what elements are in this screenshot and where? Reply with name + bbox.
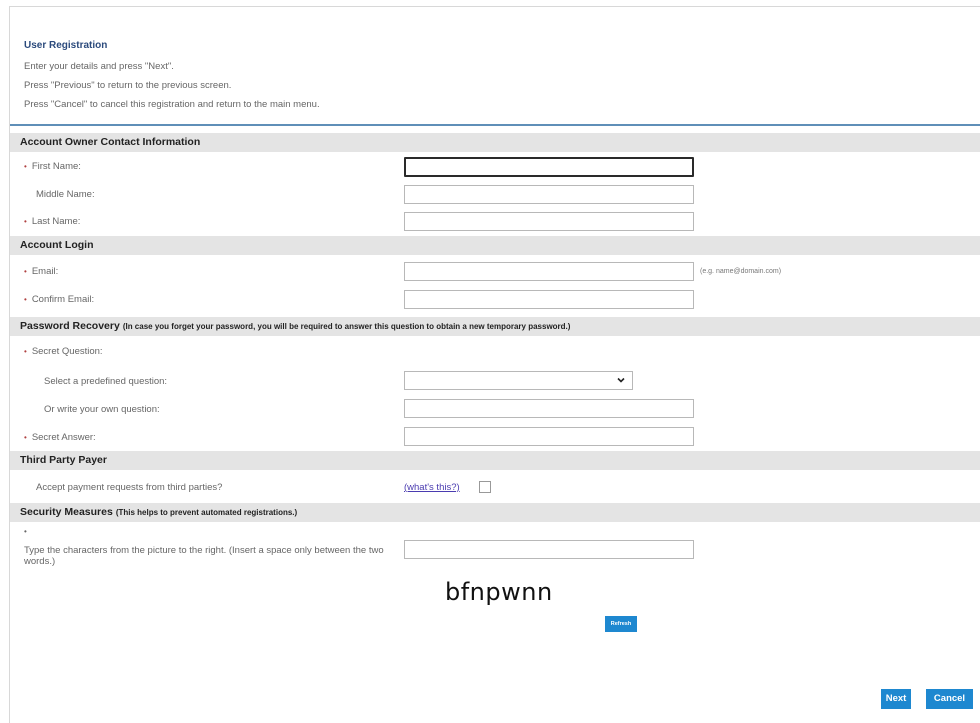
required-marker: • [24, 267, 27, 276]
own-question-label: Or write your own question: [44, 404, 160, 415]
captcha-instruction-label: Type the characters from the picture to … [24, 545, 384, 567]
secret-answer-input[interactable] [404, 427, 694, 446]
next-button[interactable]: Next [881, 689, 911, 709]
confirm-email-input[interactable] [404, 290, 694, 309]
captcha-image: bfnpwnn [445, 578, 553, 606]
required-marker: • [24, 433, 27, 442]
section-security-title: Security Measures [20, 506, 113, 518]
third-party-checkbox[interactable] [479, 481, 491, 493]
section-recovery-header: Password Recovery (In case you forget you… [10, 317, 980, 336]
whats-this-link[interactable]: (what's this?) [404, 482, 460, 493]
section-security-header: Security Measures (This helps to prevent … [10, 503, 980, 522]
third-party-label: Accept payment requests from third parti… [36, 482, 223, 493]
section-recovery-title: Password Recovery [20, 320, 120, 332]
section-contact-title: Account Owner Contact Information [20, 136, 201, 148]
section-contact-header: Account Owner Contact Information [10, 133, 980, 152]
section-security-note: (This helps to prevent automated registr… [115, 508, 298, 517]
required-marker: • [24, 295, 27, 304]
email-hint: (e.g. name@domain.com) [700, 268, 782, 275]
header-separator [10, 124, 980, 126]
middle-name-input[interactable] [404, 185, 694, 204]
intro-block: User Registration Enter your details and… [24, 36, 320, 114]
email-input[interactable] [404, 262, 694, 281]
predefined-question-select[interactable] [404, 371, 633, 390]
section-login-header: Account Login [10, 236, 980, 255]
own-question-input[interactable] [404, 399, 694, 418]
required-marker: • [24, 527, 27, 536]
secret-answer-label: • Secret Answer: [24, 432, 96, 443]
first-name-label: • First Name: [24, 161, 81, 172]
section-payer-header: Third Party Payer [10, 451, 980, 470]
first-name-input[interactable] [404, 157, 694, 177]
secret-question-label: • Secret Question: [24, 346, 103, 357]
predefined-question-label: Select a predefined question: [44, 376, 168, 387]
section-payer-title: Third Party Payer [20, 454, 107, 466]
required-marker: • [24, 347, 27, 356]
email-label: • Email: [24, 266, 59, 277]
intro-line-previous: Press "Previous" to return to the previo… [24, 80, 232, 91]
cancel-button[interactable]: Cancel [926, 689, 973, 709]
confirm-email-label: • Confirm Email: [24, 294, 95, 305]
captcha-input[interactable] [404, 540, 694, 559]
section-login-title: Account Login [20, 239, 94, 251]
intro-line-next: Enter your details and press "Next". [24, 61, 174, 72]
required-marker: • [24, 217, 27, 226]
page-title: User Registration [24, 40, 108, 51]
chevron-down-icon [617, 377, 625, 383]
middle-name-label: Middle Name: [36, 189, 95, 200]
last-name-label: • Last Name: [24, 216, 81, 227]
section-recovery-note: (In case you forget your password, you w… [122, 322, 571, 331]
required-marker: • [24, 162, 27, 171]
last-name-input[interactable] [404, 212, 694, 231]
captcha-refresh-button[interactable]: Refresh [605, 616, 637, 632]
intro-line-cancel: Press "Cancel" to cancel this registrati… [24, 99, 320, 110]
